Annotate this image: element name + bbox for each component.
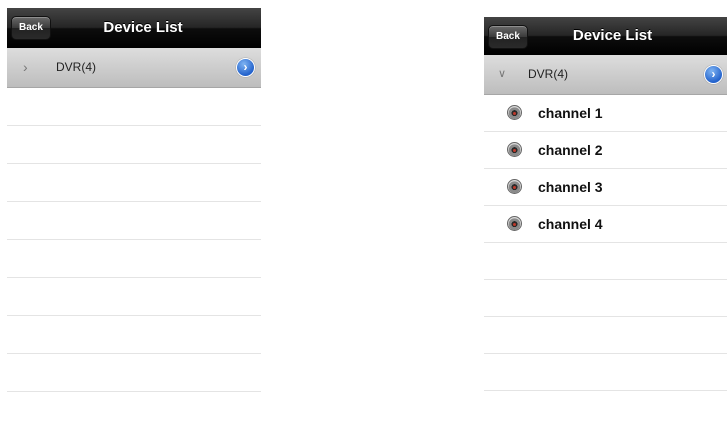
channel-label: channel 3 xyxy=(538,179,603,195)
channel-row[interactable]: channel 2 xyxy=(484,132,727,169)
navigation-bar: Back Device List xyxy=(484,17,727,55)
empty-row xyxy=(484,317,727,354)
channel-row[interactable]: channel 4 xyxy=(484,206,727,243)
group-label: DVR(4) xyxy=(528,67,569,81)
empty-row xyxy=(484,243,727,280)
camera-icon xyxy=(507,105,522,120)
empty-row xyxy=(7,164,261,202)
empty-row xyxy=(484,391,727,425)
channel-label: channel 1 xyxy=(538,105,603,121)
empty-row xyxy=(484,354,727,391)
page-title: Device List xyxy=(572,27,653,44)
empty-rows xyxy=(484,243,727,425)
detail-disclosure-icon[interactable]: › xyxy=(704,65,723,84)
detail-disclosure-icon[interactable]: › xyxy=(236,58,255,77)
channel-label: channel 4 xyxy=(538,216,603,232)
group-label: DVR(4) xyxy=(56,60,97,74)
device-list-screen-collapsed: Back Device List › DVR(4) › xyxy=(7,8,261,425)
empty-row xyxy=(7,126,261,164)
empty-row xyxy=(7,316,261,354)
page-title: Device List xyxy=(103,19,183,36)
chevron-right-icon[interactable]: › xyxy=(23,48,28,87)
group-row-dvr[interactable]: › DVR(4) › xyxy=(7,48,261,88)
group-row-dvr[interactable]: ∨ DVR(4) › xyxy=(484,55,727,95)
channel-row[interactable]: channel 1 xyxy=(484,95,727,132)
device-list-screen-expanded: Back Device List ∨ DVR(4) › channel 1 ch… xyxy=(484,17,727,425)
empty-row xyxy=(484,280,727,317)
empty-row xyxy=(7,278,261,316)
empty-row xyxy=(7,202,261,240)
chevron-down-icon[interactable]: ∨ xyxy=(498,55,506,94)
empty-row xyxy=(7,88,261,126)
empty-row xyxy=(7,354,261,392)
empty-rows xyxy=(7,88,261,392)
camera-icon xyxy=(507,142,522,157)
channel-row[interactable]: channel 3 xyxy=(484,169,727,206)
channel-label: channel 2 xyxy=(538,142,603,158)
empty-row xyxy=(7,240,261,278)
navigation-bar: Back Device List xyxy=(7,8,261,48)
camera-icon xyxy=(507,179,522,194)
camera-icon xyxy=(507,216,522,231)
